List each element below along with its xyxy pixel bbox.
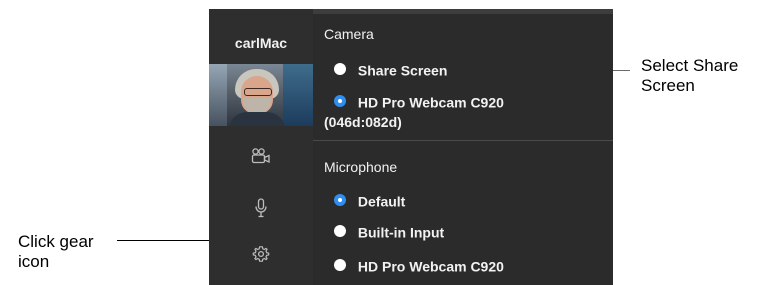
microphone-icon[interactable]	[209, 197, 313, 219]
annotation-select-share-screen: Select Share Screen	[641, 56, 739, 95]
radio-unselected-icon[interactable]	[334, 225, 346, 238]
radio-selected-icon[interactable]	[334, 194, 346, 207]
camera-section-title: Camera	[324, 26, 374, 42]
gear-icon[interactable]	[209, 243, 313, 265]
video-preview	[209, 64, 313, 126]
camera-webcam-id: (046d:082d)	[324, 114, 402, 130]
sidebar: carlMac	[209, 9, 313, 285]
radio-unselected-icon[interactable]	[334, 63, 346, 76]
video-camera-icon[interactable]	[209, 145, 313, 167]
panel-top-strip	[313, 9, 613, 14]
callout-line-gear	[117, 240, 213, 241]
camera-option-label: HD Pro Webcam C920	[357, 94, 504, 111]
section-divider	[313, 140, 613, 141]
user-name: carlMac	[234, 35, 288, 51]
camera-option-hd-pro-webcam[interactable]: HD Pro Webcam C920	[334, 92, 504, 110]
microphone-section-title: Microphone	[324, 159, 398, 175]
mic-option-built-in-input[interactable]: Built-in Input	[334, 222, 444, 240]
mic-option-label: Default	[357, 193, 406, 210]
radio-unselected-icon[interactable]	[334, 259, 346, 272]
settings-panel: Camera Share Screen HD Pro Webcam C920 (…	[313, 9, 613, 285]
app-window: carlMac Camera Share Screen HD Pro Webca…	[209, 9, 613, 285]
mic-option-default[interactable]: Default	[334, 191, 405, 209]
camera-option-share-screen[interactable]: Share Screen	[334, 60, 447, 78]
radio-selected-icon[interactable]	[334, 95, 346, 108]
mic-option-label: Built-in Input	[357, 224, 445, 241]
annotation-click-gear: Click gear icon	[18, 232, 94, 271]
mic-option-label: HD Pro Webcam C920	[357, 258, 504, 275]
mic-option-hd-pro-webcam[interactable]: HD Pro Webcam C920	[334, 256, 504, 274]
camera-option-label: Share Screen	[357, 62, 448, 79]
